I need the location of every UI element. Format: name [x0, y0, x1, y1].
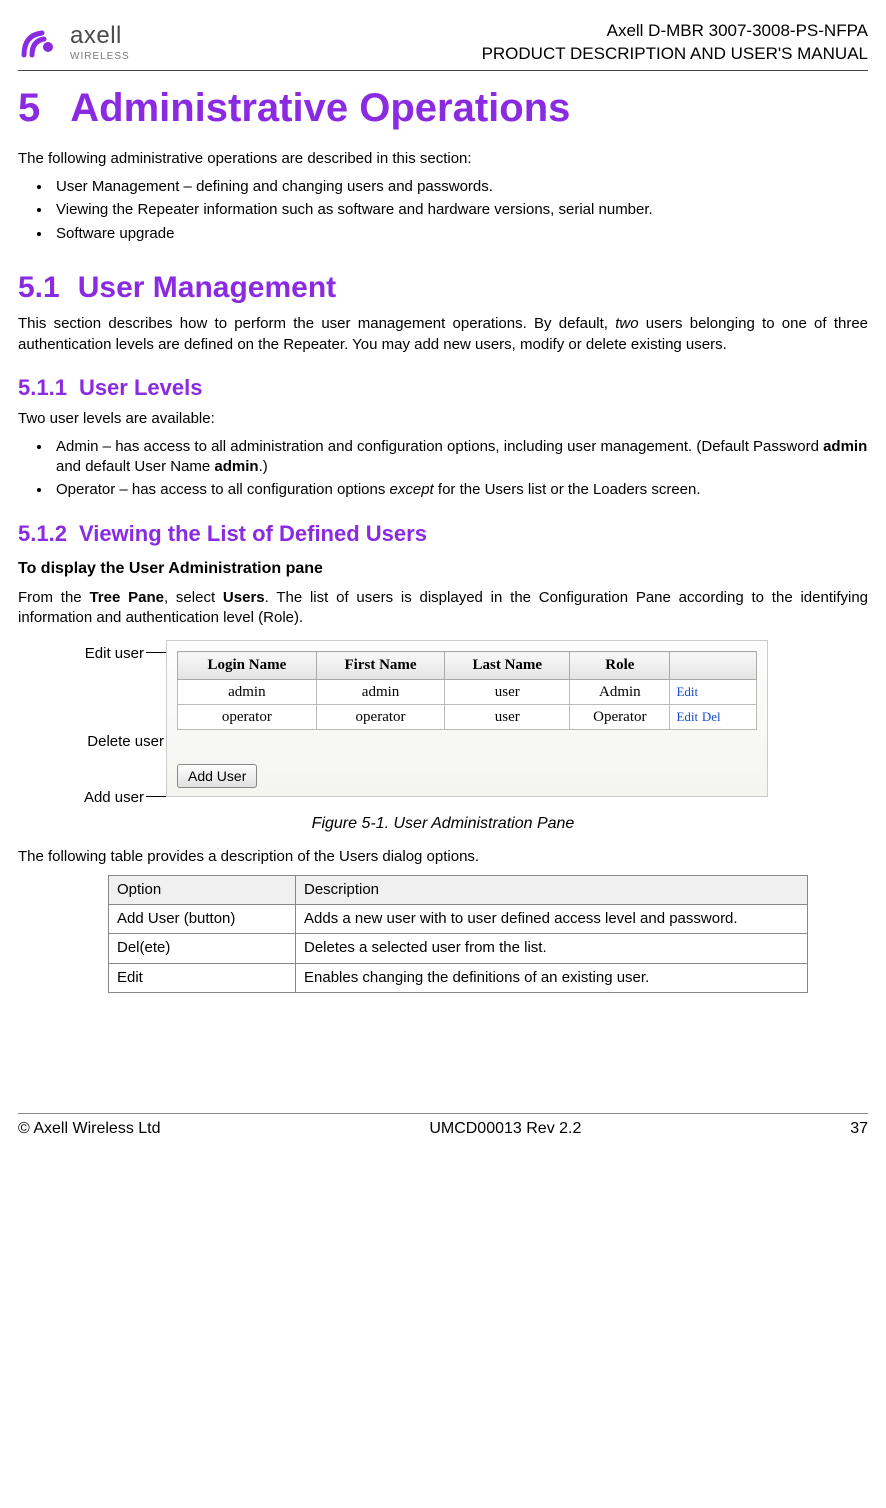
table-row: operator operator user Operator Edit Del — [178, 704, 757, 729]
cell-login: operator — [178, 704, 317, 729]
procedure-heading: To display the User Administration pane — [18, 558, 868, 580]
doc-model: Axell D-MBR 3007-3008-PS-NFPA — [482, 20, 868, 43]
chapter-heading: 5 Administrative Operations — [18, 81, 868, 135]
table-row: Edit Enables changing the definitions of… — [109, 963, 808, 992]
col-role: Role — [570, 652, 670, 679]
doc-title: PRODUCT DESCRIPTION AND USER'S MANUAL — [482, 43, 868, 66]
text-run: .) — [259, 458, 268, 475]
intro-paragraph: The following administrative operations … — [18, 149, 868, 169]
header-right: Axell D-MBR 3007-3008-PS-NFPA PRODUCT DE… — [482, 20, 868, 66]
list-item: User Management – defining and changing … — [52, 177, 868, 197]
cell-description: Adds a new user with to user defined acc… — [296, 905, 808, 934]
text-run-bold: admin — [214, 458, 258, 475]
cell-first: operator — [316, 704, 445, 729]
table-header-row: Login Name First Name Last Name Role — [178, 652, 757, 679]
cell-last: user — [445, 704, 570, 729]
brand-name: axell — [70, 20, 130, 52]
footer-page-number: 37 — [850, 1118, 868, 1140]
text-run-italic: except — [390, 481, 434, 498]
list-item: Viewing the Repeater information such as… — [52, 200, 868, 220]
cell-option: Add User (button) — [109, 905, 296, 934]
cell-first: admin — [316, 679, 445, 704]
user-levels-list: Admin – has access to all administration… — [18, 437, 868, 501]
text-run-bold: Users — [223, 589, 265, 606]
edit-link[interactable]: Edit — [676, 684, 698, 699]
text-run-bold: Tree Pane — [89, 589, 164, 606]
section-paragraph: This section describes how to perform th… — [18, 314, 868, 355]
text-run-bold: admin — [823, 438, 867, 455]
options-table: Option Description Add User (button) Add… — [108, 875, 808, 993]
section-heading: 5.1 User Management — [18, 268, 868, 309]
intro-bullet-list: User Management – defining and changing … — [18, 177, 868, 244]
col-login-name: Login Name — [178, 652, 317, 679]
brand-subtitle: WIRELESS — [70, 50, 130, 64]
footer-doc-rev: UMCD00013 Rev 2.2 — [429, 1118, 581, 1140]
add-user-button[interactable]: Add User — [177, 764, 257, 788]
section-number: 5.1 — [18, 271, 60, 304]
delete-link[interactable]: Del — [702, 709, 721, 724]
table-row: Del(ete) Deletes a selected user from th… — [109, 934, 808, 963]
chapter-number: 5 — [18, 86, 40, 130]
page-footer: © Axell Wireless Ltd UMCD00013 Rev 2.2 3… — [18, 1113, 868, 1140]
list-item: Software upgrade — [52, 224, 868, 244]
cell-description: Enables changing the definitions of an e… — [296, 963, 808, 992]
text-run: From the — [18, 589, 89, 606]
col-actions — [670, 652, 757, 679]
text-run: for the Users list or the Loaders screen… — [434, 481, 701, 498]
cell-role: Operator — [570, 704, 670, 729]
procedure-paragraph: From the Tree Pane, select Users. The li… — [18, 588, 868, 629]
figure-caption: Figure 5-1. User Administration Pane — [18, 813, 868, 835]
page-header: axell WIRELESS Axell D-MBR 3007-3008-PS-… — [18, 20, 868, 71]
subsection-number: 5.1.1 — [18, 375, 67, 400]
cell-last: user — [445, 679, 570, 704]
text-run: , select — [164, 589, 223, 606]
subsection-heading: 5.1.1 User Levels — [18, 373, 868, 403]
cell-role: Admin — [570, 679, 670, 704]
footer-copyright: © Axell Wireless Ltd — [18, 1118, 161, 1140]
edit-link[interactable]: Edit — [676, 709, 698, 724]
col-description: Description — [296, 875, 808, 904]
section-title: User Management — [78, 271, 336, 304]
cell-option: Del(ete) — [109, 934, 296, 963]
text-run: Admin – has access to all administration… — [56, 438, 823, 455]
subsection-lead: Two user levels are available: — [18, 409, 868, 429]
wireless-logo-icon — [18, 25, 64, 61]
users-table: Login Name First Name Last Name Role adm… — [177, 651, 757, 730]
user-admin-figure: Edit user Delete user Add user Login Nam… — [88, 640, 868, 797]
subsection-title: User Levels — [79, 375, 203, 400]
table-row: admin admin user Admin Edit — [178, 679, 757, 704]
callout-edit-user: Edit user — [60, 644, 144, 664]
options-lead: The following table provides a descripti… — [18, 847, 868, 867]
col-first-name: First Name — [316, 652, 445, 679]
list-item: Admin – has access to all administration… — [52, 437, 868, 478]
col-last-name: Last Name — [445, 652, 570, 679]
subsection-heading: 5.1.2 Viewing the List of Defined Users — [18, 519, 868, 549]
cell-option: Edit — [109, 963, 296, 992]
table-row: Add User (button) Adds a new user with t… — [109, 905, 808, 934]
subsection-number: 5.1.2 — [18, 521, 67, 546]
cell-login: admin — [178, 679, 317, 704]
text-run: Operator – has access to all configurati… — [56, 481, 390, 498]
col-option: Option — [109, 875, 296, 904]
callout-delete-user: Delete user — [60, 732, 164, 752]
chapter-title: Administrative Operations — [70, 86, 570, 130]
list-item: Operator – has access to all configurati… — [52, 480, 868, 500]
text-run-italic: two — [615, 315, 638, 332]
user-admin-pane: Login Name First Name Last Name Role adm… — [166, 640, 768, 797]
text-run: and default User Name — [56, 458, 214, 475]
cell-description: Deletes a selected user from the list. — [296, 934, 808, 963]
table-header-row: Option Description — [109, 875, 808, 904]
logo-block: axell WIRELESS — [18, 20, 130, 66]
logo-text-block: axell WIRELESS — [70, 20, 130, 66]
subsection-title: Viewing the List of Defined Users — [79, 521, 427, 546]
callout-add-user: Add user — [60, 788, 144, 808]
text-run: This section describes how to perform th… — [18, 315, 615, 332]
